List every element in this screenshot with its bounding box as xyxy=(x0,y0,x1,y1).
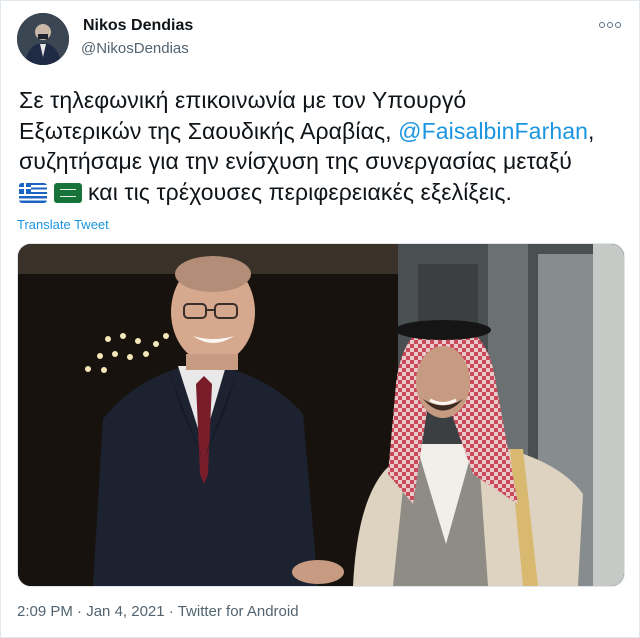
tweet-meta: 2:09 PM · Jan 4, 2021 · Twitter for Andr… xyxy=(17,603,299,620)
meta-separator: · xyxy=(164,603,178,620)
tweet-photo[interactable] xyxy=(17,243,625,587)
meta-separator: · xyxy=(72,603,87,620)
tweet-text-line: συζητήσαμε για την ενίσχυση της συνεργασ… xyxy=(19,148,572,174)
tweet-text-line: , xyxy=(588,117,595,144)
tweet-text-line: Σε τηλεφωνική επικοινωνία με τον Υπουργό xyxy=(19,87,467,113)
tweet-text: Σε τηλεφωνική επικοινωνία με τον Υπουργό… xyxy=(19,85,629,207)
author-name[interactable]: Nikos Dendias xyxy=(83,17,193,35)
more-options-icon[interactable] xyxy=(599,17,621,33)
mention-link[interactable]: @FaisalbinFarhan xyxy=(398,118,588,144)
translate-tweet-link[interactable]: Translate Tweet xyxy=(17,217,109,232)
author-handle[interactable]: @NikosDendias xyxy=(81,40,189,57)
avatar[interactable] xyxy=(17,13,69,65)
tweet-source[interactable]: Twitter for Android xyxy=(178,603,299,620)
saudi-arabia-flag-icon xyxy=(53,182,82,203)
tweet-time[interactable]: 2:09 PM xyxy=(17,603,73,620)
tweet-text-line: Εξωτερικών της Σαουδικής Αραβίας, xyxy=(19,117,399,144)
tweet-text-line: και τις τρέχουσες περιφερειακές εξελίξει… xyxy=(81,178,513,205)
tweet-card: Nikos Dendias @NikosDendias Σε τηλεφωνικ… xyxy=(0,0,640,638)
greece-flag-icon xyxy=(19,182,47,203)
tweet-date[interactable]: Jan 4, 2021 xyxy=(86,603,164,620)
